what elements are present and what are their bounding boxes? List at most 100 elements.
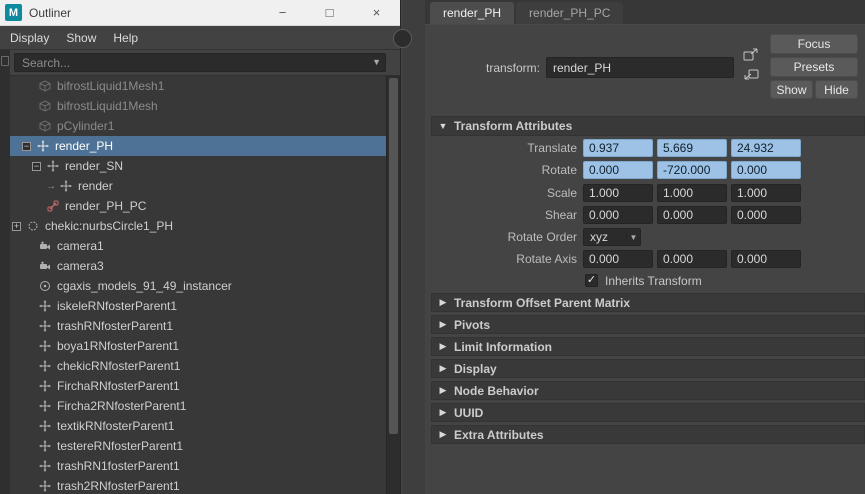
transform-icon xyxy=(38,320,52,333)
tree-item-label: testereRNfosterParent1 xyxy=(57,439,184,453)
tree-item-boya1RNfosterParent1[interactable]: boya1RNfosterParent1 xyxy=(10,336,386,356)
translate-z-field[interactable] xyxy=(731,139,801,157)
search-filter-dropdown-icon[interactable]: ▼ xyxy=(372,57,381,67)
tree-item-FirchaRNfosterParent1[interactable]: FirchaRNfosterParent1 xyxy=(10,376,386,396)
scrollbar-thumb[interactable] xyxy=(389,78,398,434)
show-button-label: Show xyxy=(776,82,807,97)
tree-item-label: chekicRNfosterParent1 xyxy=(57,359,181,373)
section-title: Node Behavior xyxy=(454,383,539,398)
section-extra-attributes[interactable]: ▶ Extra Attributes xyxy=(431,425,865,444)
show-button[interactable]: Show xyxy=(770,80,813,99)
scale-y-field[interactable] xyxy=(657,184,727,202)
section-collapsed-icon: ▶ xyxy=(439,385,447,395)
dock-icon-button[interactable] xyxy=(741,66,761,83)
tab-render_PH_PC[interactable]: render_PH_PC xyxy=(516,2,624,24)
tree-item-trashRN1fosterParent1[interactable]: trashRN1fosterParent1 xyxy=(10,456,386,476)
section-limit-information[interactable]: ▶ Limit Information xyxy=(431,337,865,356)
rotate-order-dropdown[interactable]: xyz ▼ xyxy=(583,228,641,246)
tree-item-label: camera1 xyxy=(57,239,104,253)
section-title: Display xyxy=(454,361,497,376)
focus-button[interactable]: Focus xyxy=(770,34,858,54)
tree-item-instancer[interactable]: cgaxis_models_91_49_instancer xyxy=(10,276,386,296)
tree-item-render_SN[interactable]: − render_SN xyxy=(10,156,386,176)
tree-item-render_PH_PC[interactable]: render_PH_PC xyxy=(10,196,386,216)
section-transform-attributes[interactable]: ▼ Transform Attributes xyxy=(431,116,865,136)
rotate-axis-x-field[interactable] xyxy=(583,250,653,268)
collapse-expander-icon[interactable]: + xyxy=(12,221,21,231)
inherits-transform-checkbox[interactable]: ✓ xyxy=(585,274,598,287)
shear-y-field[interactable] xyxy=(657,206,727,224)
tree-item-testereRNfosterParent1[interactable]: testereRNfosterParent1 xyxy=(10,436,386,456)
translate-x-field[interactable] xyxy=(583,139,653,157)
search-input[interactable] xyxy=(14,53,386,72)
maximize-icon: □ xyxy=(325,5,334,20)
rotate-x-field[interactable] xyxy=(583,161,653,179)
tree-item-iskeleRNfosterParent1[interactable]: iskeleRNfosterParent1 xyxy=(10,296,386,316)
scale-row: Scale xyxy=(425,184,865,203)
presets-button[interactable]: Presets xyxy=(770,57,858,77)
tree-item-chekic-nurbsCircle1_PH[interactable]: + chekic:nurbsCircle1_PH xyxy=(10,216,386,236)
close-button[interactable]: × xyxy=(353,0,400,26)
section-title: Pivots xyxy=(454,317,491,332)
translate-y-field[interactable] xyxy=(657,139,727,157)
hide-button[interactable]: Hide xyxy=(815,80,858,99)
scale-z-field[interactable] xyxy=(731,184,801,202)
maximize-button[interactable]: □ xyxy=(306,0,353,26)
section-uuid[interactable]: ▶ UUID xyxy=(431,403,865,422)
outliner-search-row: ▼ xyxy=(0,50,400,76)
menu-help[interactable]: Help xyxy=(113,31,138,45)
rotate-y-field[interactable] xyxy=(657,161,727,179)
tree-item-trash2RNfosterParent1[interactable]: trash2RNfosterParent1 xyxy=(10,476,386,494)
tree-item-label: bifrostLiquid1Mesh xyxy=(57,99,158,113)
tab-render_PH[interactable]: render_PH xyxy=(430,2,515,24)
tree-item-pCylinder1[interactable]: pCylinder1 xyxy=(10,116,386,136)
section-transform-offset-parent-matrix[interactable]: ▶ Transform Offset Parent Matrix xyxy=(431,293,865,312)
reference-link-icon xyxy=(46,200,60,213)
attribute-editor: render_PH render_PH_PC transform: Focus … xyxy=(425,0,865,494)
menu-show[interactable]: Show xyxy=(66,31,96,45)
section-collapsed-icon: ▶ xyxy=(439,319,447,329)
tree-item-textikRNfosterParent1[interactable]: textikRNfosterParent1 xyxy=(10,416,386,436)
outliner-left-gutter xyxy=(0,50,10,494)
collapse-expander-icon[interactable]: − xyxy=(32,161,41,171)
transform-icon xyxy=(38,360,52,373)
tree-item-camera1[interactable]: camera1 xyxy=(10,236,386,256)
rotate-axis-z-field[interactable] xyxy=(731,250,801,268)
tree-item-label: cgaxis_models_91_49_instancer xyxy=(57,279,232,293)
inherits-transform-label: Inherits Transform xyxy=(605,274,702,288)
tree-item-render[interactable]: → render xyxy=(10,176,386,196)
tearoff-copy-icon-button[interactable] xyxy=(741,46,761,63)
outliner-scrollbar[interactable] xyxy=(386,76,400,494)
tree-item-chekicRNfosterParent1[interactable]: chekicRNfosterParent1 xyxy=(10,356,386,376)
transform-icon xyxy=(38,440,52,453)
outliner-titlebar: M Outliner − □ × xyxy=(0,0,400,26)
tree-item-trashRNfosterParent1[interactable]: trashRNfosterParent1 xyxy=(10,316,386,336)
section-node-behavior[interactable]: ▶ Node Behavior xyxy=(431,381,865,400)
section-display[interactable]: ▶ Display xyxy=(431,359,865,378)
transform-name-field[interactable] xyxy=(546,57,734,78)
section-title: UUID xyxy=(454,405,484,420)
rotate-axis-y-field[interactable] xyxy=(657,250,727,268)
tree-item-label: trashRNfosterParent1 xyxy=(57,319,174,333)
outliner-window: M Outliner − □ × Display Show Help ▼ bif… xyxy=(0,0,401,494)
shear-x-field[interactable] xyxy=(583,206,653,224)
tree-item-bifrostLiquid1Mesh[interactable]: bifrostLiquid1Mesh xyxy=(10,96,386,116)
shear-label: Shear xyxy=(544,208,577,222)
scale-x-field[interactable] xyxy=(583,184,653,202)
tree-item-label: camera3 xyxy=(57,259,104,273)
tree-item-label: iskeleRNfosterParent1 xyxy=(57,299,178,313)
tree-item-label: Fircha2RNfosterParent1 xyxy=(57,399,187,413)
tree-item-render_PH[interactable]: − render_PH xyxy=(10,136,386,156)
menu-display[interactable]: Display xyxy=(10,31,49,45)
rotate-row: Rotate xyxy=(425,161,865,180)
section-pivots[interactable]: ▶ Pivots xyxy=(431,315,865,334)
shear-z-field[interactable] xyxy=(731,206,801,224)
collapse-expander-icon[interactable]: − xyxy=(22,141,31,151)
tree-item-camera3[interactable]: camera3 xyxy=(10,256,386,276)
minimize-button[interactable]: − xyxy=(259,0,306,26)
tree-item-Fircha2RNfosterParent1[interactable]: Fircha2RNfosterParent1 xyxy=(10,396,386,416)
tree-item-bifrostLiquid1Mesh1[interactable]: bifrostLiquid1Mesh1 xyxy=(10,76,386,96)
panel-toggle-icon[interactable] xyxy=(1,56,9,66)
section-collapsed-icon: ▶ xyxy=(439,341,447,351)
rotate-z-field[interactable] xyxy=(731,161,801,179)
